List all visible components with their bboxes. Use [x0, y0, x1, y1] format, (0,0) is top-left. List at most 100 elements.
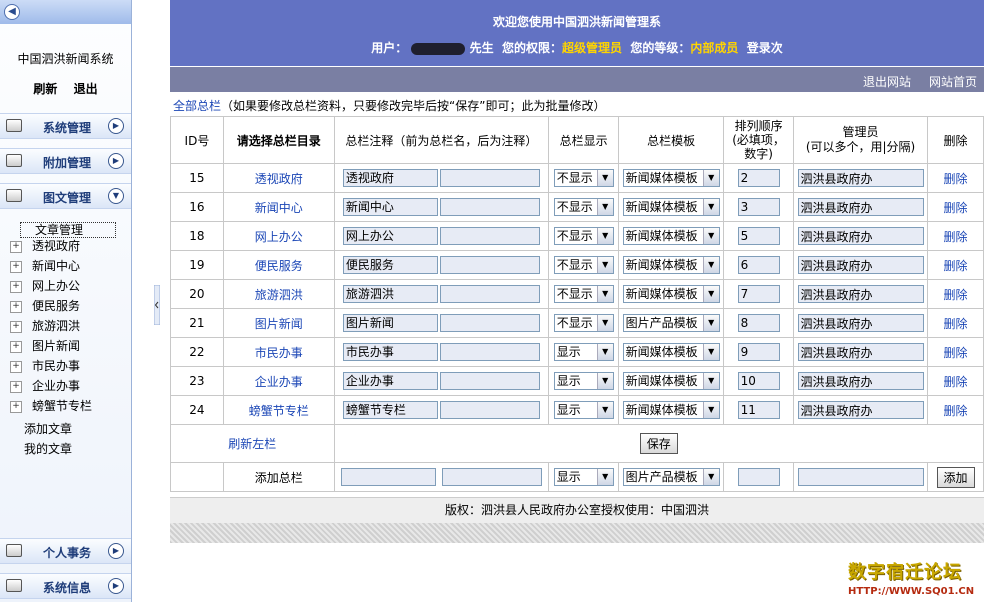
tree-sub-my-articles[interactable]: 我的文章 [24, 440, 72, 458]
tree-item[interactable]: + 市民办事 [10, 357, 80, 375]
add-note-input[interactable] [441, 468, 542, 486]
add-order-input[interactable] [737, 468, 780, 486]
row-order-input[interactable] [737, 401, 780, 419]
row-display-select[interactable]: 不显示 ▼ [553, 169, 614, 187]
row-display-select[interactable]: 不显示 ▼ [553, 198, 614, 216]
row-order-input[interactable] [737, 314, 780, 332]
row-note-input[interactable] [439, 372, 540, 391]
row-admin-input[interactable] [797, 169, 924, 187]
plus-icon[interactable]: + [10, 360, 22, 373]
row-note-input[interactable] [439, 314, 540, 333]
plus-icon[interactable]: + [10, 260, 22, 273]
row-display-select[interactable]: 不显示 ▼ [553, 314, 614, 332]
plus-icon[interactable]: + [10, 380, 22, 393]
row-delete-link[interactable]: 删除 [944, 201, 968, 215]
add-name-input[interactable] [340, 468, 436, 486]
row-template-select[interactable]: 新闻媒体模板 ▼ [622, 198, 720, 216]
add-button[interactable]: 添加 [936, 466, 975, 488]
row-category-link[interactable]: 透视政府 [222, 163, 335, 193]
row-delete-link[interactable]: 删除 [944, 317, 968, 331]
refresh-left-link[interactable]: 刷新左栏 [228, 437, 276, 451]
plus-icon[interactable]: + [10, 280, 22, 293]
row-template-select[interactable]: 新闻媒体模板 ▼ [622, 285, 720, 303]
exit-site-link[interactable]: 退出网站 [863, 73, 911, 90]
row-admin-input[interactable] [797, 314, 924, 332]
row-note-input[interactable] [439, 285, 540, 304]
row-category-link[interactable]: 网上办公 [222, 221, 335, 251]
row-display-select[interactable]: 不显示 ▼ [553, 285, 614, 303]
add-admin-input[interactable] [797, 468, 924, 486]
row-order-input[interactable] [737, 285, 780, 303]
row-order-input[interactable] [737, 343, 780, 361]
row-category-link[interactable]: 新闻中心 [222, 192, 335, 222]
collapse-icon[interactable]: ◀ [4, 4, 20, 20]
row-category-link[interactable]: 市民办事 [222, 337, 335, 367]
row-delete-link[interactable]: 删除 [944, 288, 968, 302]
expand-icon[interactable]: ▶ [108, 118, 124, 134]
row-order-input[interactable] [737, 198, 780, 216]
row-template-select[interactable]: 新闻媒体模板 ▼ [622, 227, 720, 245]
splitter-handle[interactable] [154, 285, 160, 325]
plus-icon[interactable]: + [10, 320, 22, 333]
row-name-input[interactable] [342, 197, 438, 216]
row-delete-link[interactable]: 删除 [944, 375, 968, 389]
site-home-link[interactable]: 网站首页 [929, 73, 977, 90]
expand-icon[interactable]: ▶ [108, 578, 124, 594]
row-note-input[interactable] [439, 169, 540, 188]
row-category-link[interactable]: 图片新闻 [222, 308, 335, 338]
row-note-input[interactable] [439, 401, 540, 420]
tree-item[interactable]: + 新闻中心 [10, 257, 80, 275]
row-note-input[interactable] [439, 227, 540, 246]
row-display-select[interactable]: 不显示 ▼ [553, 256, 614, 274]
row-name-input[interactable] [342, 313, 438, 332]
row-admin-input[interactable] [797, 401, 924, 419]
logout-link[interactable]: 退出 [74, 82, 98, 96]
section-system-manage[interactable]: 系统管理 ▶ [0, 113, 131, 139]
row-order-input[interactable] [737, 227, 780, 245]
tree-item[interactable]: + 便民服务 [10, 297, 80, 315]
row-delete-link[interactable]: 删除 [944, 346, 968, 360]
all-columns-link[interactable]: 全部总栏 [173, 99, 221, 113]
tree-item[interactable]: + 透视政府 [10, 237, 80, 255]
collapse-section-icon[interactable]: ▼ [108, 188, 124, 204]
row-admin-input[interactable] [797, 372, 924, 390]
plus-icon[interactable]: + [10, 400, 22, 413]
tree-item[interactable]: + 旅游泗洪 [10, 317, 80, 335]
tree-sub-add-article[interactable]: 添加文章 [24, 420, 72, 438]
row-display-select[interactable]: 显示 ▼ [553, 372, 614, 390]
row-template-select[interactable]: 新闻媒体模板 ▼ [622, 256, 720, 274]
row-admin-input[interactable] [797, 256, 924, 274]
refresh-link[interactable]: 刷新 [33, 82, 57, 96]
tree-item[interactable]: + 网上办公 [10, 277, 80, 295]
row-note-input[interactable] [439, 343, 540, 362]
tree-item[interactable]: + 图片新闻 [10, 337, 80, 355]
row-template-select[interactable]: 新闻媒体模板 ▼ [622, 401, 720, 419]
row-template-select[interactable]: 图片产品模板 ▼ [622, 314, 720, 332]
section-extra-manage[interactable]: 附加管理 ▶ [0, 148, 131, 174]
tree-head[interactable]: 文章管理 [20, 222, 116, 238]
row-name-input[interactable] [342, 342, 438, 361]
row-delete-link[interactable]: 删除 [944, 172, 968, 186]
row-note-input[interactable] [439, 198, 540, 217]
row-delete-link[interactable]: 删除 [944, 230, 968, 244]
section-system-info[interactable]: 系统信息 ▶ [0, 573, 131, 599]
plus-icon[interactable]: + [10, 340, 22, 353]
add-display-select[interactable]: 显示 ▼ [553, 468, 614, 486]
row-name-input[interactable] [342, 226, 438, 245]
row-order-input[interactable] [737, 169, 780, 187]
row-order-input[interactable] [737, 372, 780, 390]
row-name-input[interactable] [342, 284, 438, 303]
plus-icon[interactable]: + [10, 240, 22, 253]
tree-item[interactable]: + 螃蟹节专栏 [10, 397, 92, 415]
tree-item[interactable]: + 企业办事 [10, 377, 80, 395]
row-admin-input[interactable] [797, 343, 924, 361]
row-delete-link[interactable]: 删除 [944, 259, 968, 273]
row-display-select[interactable]: 显示 ▼ [553, 401, 614, 419]
row-delete-link[interactable]: 删除 [944, 404, 968, 418]
save-button[interactable]: 保存 [639, 433, 678, 454]
row-display-select[interactable]: 显示 ▼ [553, 343, 614, 361]
row-note-input[interactable] [439, 256, 540, 275]
row-order-input[interactable] [737, 256, 780, 274]
row-display-select[interactable]: 不显示 ▼ [553, 227, 614, 245]
row-name-input[interactable] [342, 371, 438, 390]
